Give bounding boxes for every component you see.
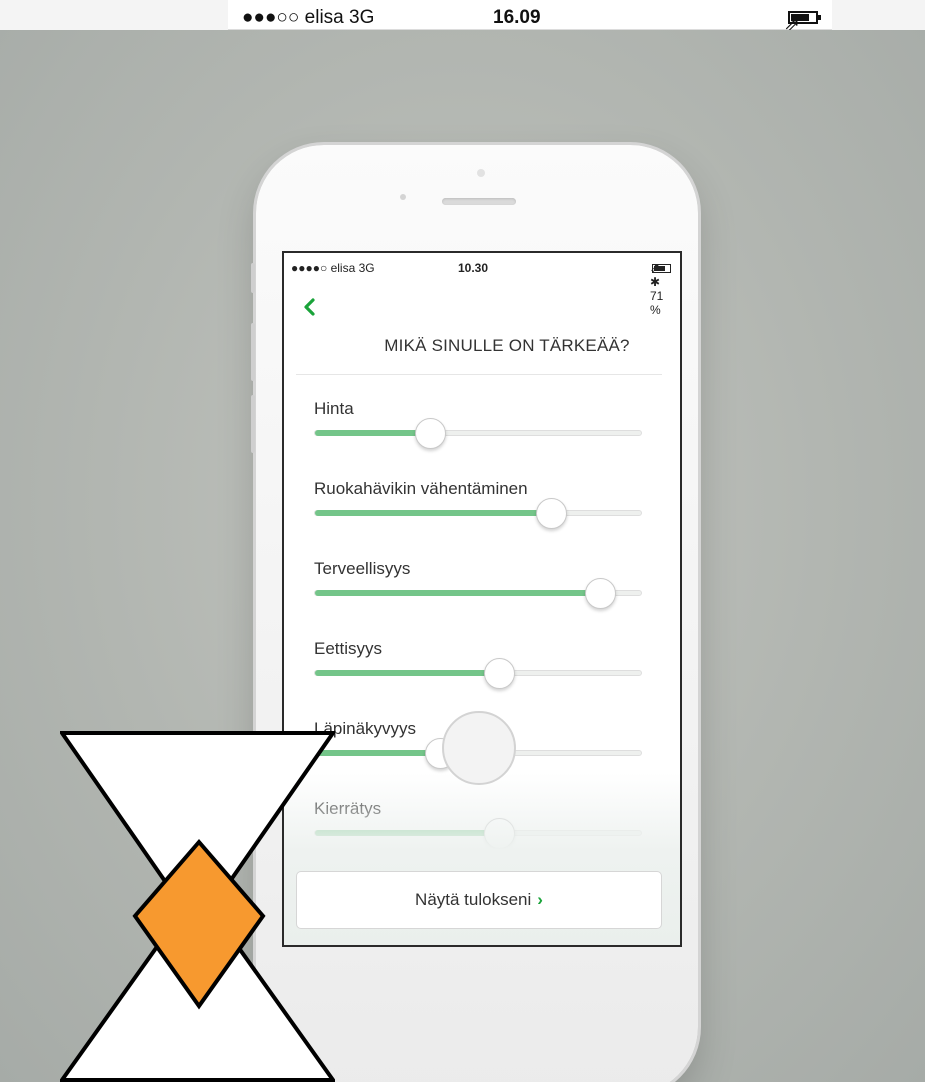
chevron-right-icon: › (537, 890, 543, 909)
slider-track[interactable] (314, 418, 642, 449)
outer-status-bar: ●●●○○ elisa 3G 16.09 ⇗ ✱ 70 % (228, 0, 832, 92)
slider-row: Eettisyys (314, 639, 644, 689)
slider-thumb[interactable] (536, 498, 567, 529)
front-camera (400, 194, 406, 200)
page-title: MIKÄ SINULLE ON TÄRKEÄÄ? (384, 336, 630, 355)
outer-carrier-signal: ●●●○○ elisa 3G (242, 7, 375, 28)
outer-clock: 16.09 (493, 7, 541, 28)
outer-status-right: ⇗ ✱ 70 % (784, 8, 821, 92)
slider-label: Terveellisyys (314, 559, 411, 578)
home-button[interactable] (442, 711, 516, 785)
battery-icon (788, 11, 821, 24)
slider-thumb[interactable] (484, 658, 515, 689)
volume-down-button (251, 395, 255, 453)
phone-screen: ●●●●○ elisa 3G 10.30 ⇗ ✱ 71 % MIKÄ SINUL… (282, 251, 682, 947)
back-chevron-icon (304, 298, 315, 316)
back-button[interactable] (302, 297, 322, 321)
hourglass-logo-icon (60, 731, 335, 1082)
inner-clock: 10.30 (458, 261, 489, 275)
slider-label: Ruokahävikin vähentäminen (314, 479, 528, 498)
slider-track[interactable] (314, 658, 642, 689)
slider-fill (315, 430, 430, 436)
volume-up-button (251, 323, 255, 381)
slider-thumb[interactable] (585, 578, 616, 609)
mute-switch (251, 263, 255, 293)
inner-carrier-signal: ●●●●○ elisa 3G (291, 261, 375, 275)
show-results-label: Näytä tulokseni (415, 890, 532, 909)
proximity-sensor (477, 169, 485, 177)
earpiece-speaker (442, 198, 516, 205)
slider-thumb[interactable] (415, 418, 446, 449)
slider-label: Eettisyys (314, 639, 383, 658)
inner-status-bar: ●●●●○ elisa 3G 10.30 ⇗ ✱ 71 % (284, 261, 680, 317)
show-results-button[interactable]: Näytä tulokseni › (296, 871, 662, 929)
slider-label: Hinta (314, 399, 354, 418)
slider-row: Ruokahävikin vähentäminen (314, 479, 644, 529)
slider-track[interactable] (314, 578, 642, 609)
slider-row: Terveellisyys (314, 559, 644, 609)
inner-status-right: ⇗ ✱ 71 % (650, 261, 671, 317)
slider-fill (315, 590, 600, 596)
slider-fill (315, 510, 551, 516)
title-divider (296, 374, 662, 375)
slider-fill (315, 670, 499, 676)
slider-row: Hinta (314, 399, 644, 449)
battery-icon (652, 264, 671, 273)
slider-track[interactable] (314, 498, 642, 529)
